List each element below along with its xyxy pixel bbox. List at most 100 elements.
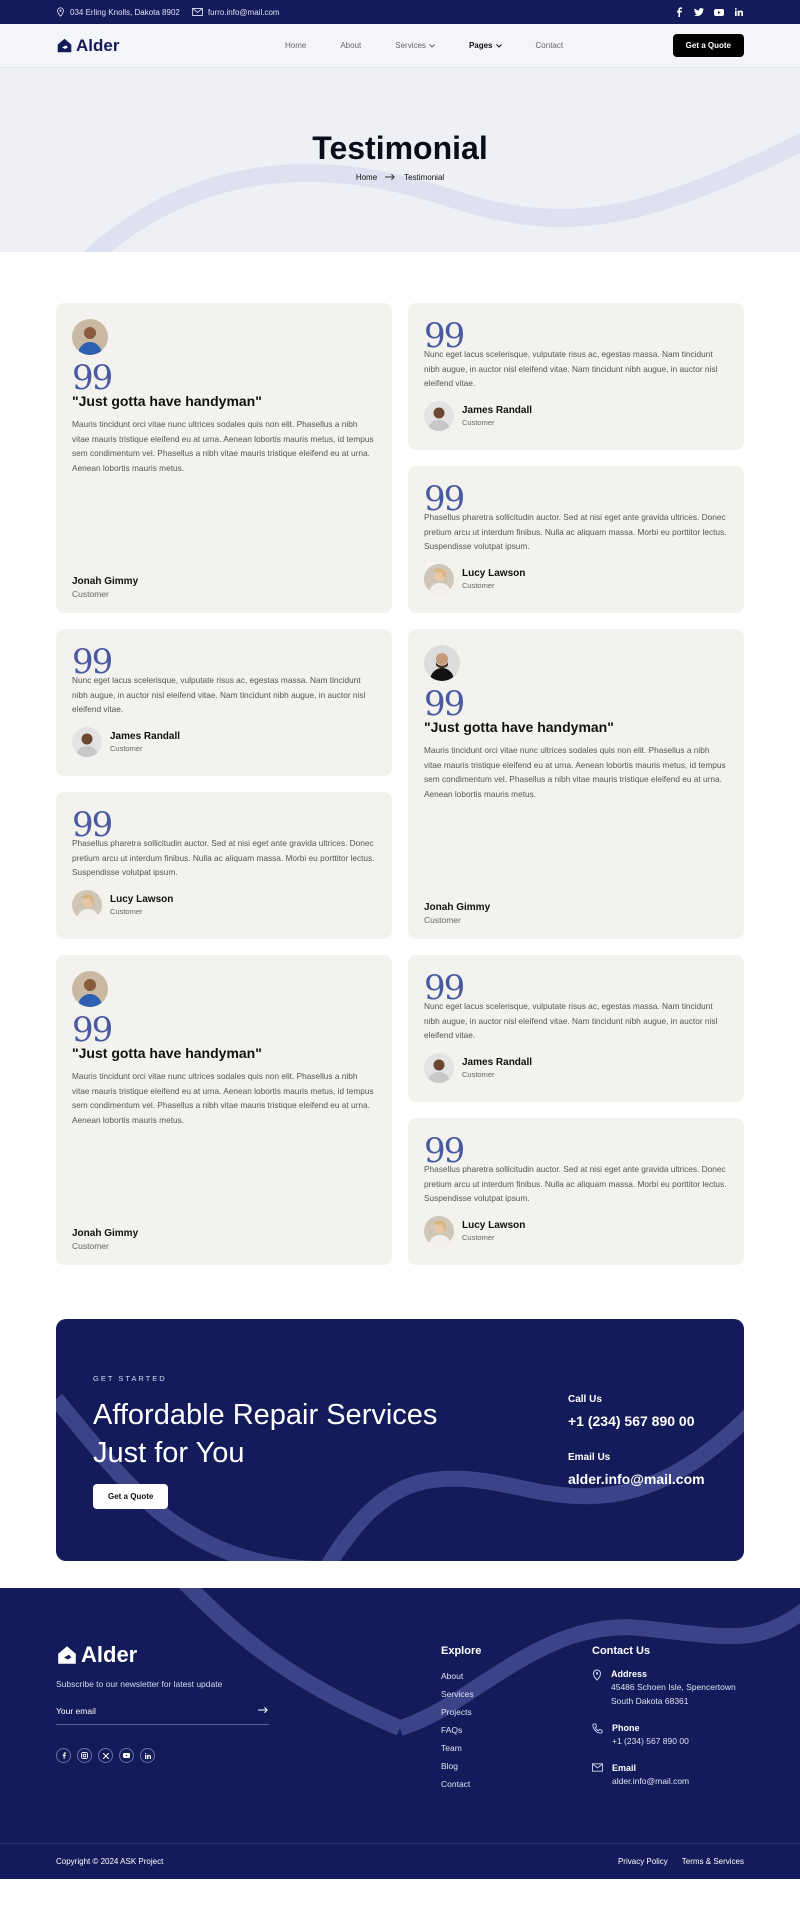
email-value[interactable]: alder.info@mail.com (568, 1471, 705, 1487)
testimonial-text: Mauris tincidunt orci vitae nunc ultrice… (424, 745, 726, 799)
author-role: Customer (462, 580, 495, 590)
nav-pages-label: Pages (468, 41, 493, 50)
author-role: Customer (72, 589, 109, 599)
nav-services[interactable]: Services (395, 41, 435, 50)
testimonial-card: 99 Nunc eget lacus scelerisque, vulputat… (408, 955, 744, 1102)
copyright: Copyright © 2024 ASK Project (56, 1857, 164, 1866)
testimonial-headline: "Just gotta have handyman" (424, 719, 614, 735)
explore-title: Explore (441, 1645, 482, 1657)
brand-name: Alder (76, 35, 120, 55)
linkedin-icon[interactable] (734, 7, 744, 17)
cta-banner: GET STARTED Affordable Repair Services J… (56, 1319, 744, 1561)
testimonial-card-featured: 99 "Just gotta have handyman" Mauris tin… (56, 955, 392, 1265)
footer-link-blog[interactable]: Blog (441, 1761, 474, 1779)
privacy-link[interactable]: Privacy Policy (618, 1857, 668, 1866)
terms-link[interactable]: Terms & Services (682, 1857, 744, 1866)
brand-logo[interactable]: Alder (56, 36, 119, 56)
email-info[interactable]: furro.info@mail.com (192, 8, 280, 17)
testimonial-text: Phasellus pharetra sollicitudin auctor. … (424, 512, 727, 552)
contact-address: Address 45486 Schoen Isle, Spencertown So… (592, 1669, 746, 1708)
footer-brand: Alder (81, 1642, 138, 1667)
call-label: Call Us (568, 1394, 602, 1405)
footer-logo[interactable]: Alder (56, 1642, 137, 1668)
footer-link-about[interactable]: About (441, 1671, 474, 1689)
nav-contact[interactable]: Contact (536, 41, 564, 50)
call-value[interactable]: +1 (234) 567 890 00 (568, 1413, 695, 1429)
site-footer: Alder Subscribe to our newsletter for la… (0, 1588, 800, 1879)
footer-link-faqs[interactable]: FAQs (441, 1725, 474, 1743)
footer-link-services[interactable]: Services (441, 1689, 474, 1707)
avatar-james (424, 1052, 454, 1083)
twitter-icon[interactable] (694, 7, 704, 17)
address-value: 45486 Schoen Isle, Spencertown South Dak… (611, 1682, 736, 1706)
author-name: James Randall (462, 1056, 533, 1068)
testimonial-text: Nunc eget lacus scelerisque, vulputate r… (72, 675, 366, 715)
testimonial-card: 99 Nunc eget lacus scelerisque, vulputat… (408, 303, 744, 450)
breadcrumb: Home Testimonial (0, 173, 800, 182)
arrow-right-icon[interactable] (258, 1706, 269, 1714)
cta-quote-button[interactable]: Get a Quote (93, 1484, 169, 1509)
author-role: Customer (424, 915, 461, 925)
quote-icon: 99 (424, 479, 465, 519)
facebook-icon[interactable] (674, 7, 684, 17)
avatar-customer (424, 645, 460, 681)
site-header: Alder Home About Services Pages Contact … (0, 24, 800, 68)
testimonial-card: 99 Phasellus pharetra sollicitudin aucto… (408, 466, 744, 613)
phone-value[interactable]: +1 (234) 567 890 00 (612, 1735, 689, 1749)
footer-link-contact[interactable]: Contact (441, 1779, 474, 1797)
youtube-icon[interactable] (714, 7, 724, 17)
avatar-jonah (72, 319, 108, 355)
footer-link-team[interactable]: Team (441, 1743, 474, 1761)
author-name: Lucy Lawson (462, 1219, 526, 1231)
quote-icon: 99 (424, 1131, 465, 1171)
arrow-right-icon (385, 173, 395, 181)
page-hero: Testimonial Home Testimonial (0, 68, 800, 252)
cta-title: Affordable Repair Services Just for You (93, 1399, 438, 1469)
email-label: Email (612, 1763, 637, 1773)
testimonial-text: Nunc eget lacus scelerisque, vulputate r… (424, 1001, 718, 1041)
newsletter-text: Subscribe to our newsletter for latest u… (56, 1679, 223, 1689)
author-role: Customer (462, 417, 495, 427)
testimonial-card: 99 Phasellus pharetra sollicitudin aucto… (408, 1118, 744, 1265)
author-name: James Randall (110, 730, 181, 742)
testimonial-text: Phasellus pharetra sollicitudin auctor. … (424, 1164, 727, 1204)
email-label: Email Us (568, 1452, 611, 1463)
avatar-lucy (424, 563, 454, 594)
house-logo-icon (58, 1646, 76, 1664)
nav-about[interactable]: About (340, 41, 361, 50)
quote-icon: 99 (424, 968, 465, 1008)
quote-icon: 99 (424, 684, 465, 724)
email-value[interactable]: alder.info@mail.com (612, 1775, 689, 1789)
testimonial-text: Mauris tincidunt orci vitae nunc ultrice… (72, 419, 374, 473)
quote-icon: 99 (72, 642, 113, 682)
testimonial-card-featured: 99 "Just gotta have handyman" Mauris tin… (56, 303, 392, 613)
nav-home[interactable]: Home (285, 41, 306, 50)
mail-icon (592, 1763, 603, 1772)
linkedin-icon[interactable] (140, 1748, 155, 1763)
youtube-icon[interactable] (119, 1748, 134, 1763)
x-icon[interactable] (98, 1748, 113, 1763)
get-quote-button[interactable]: Get a Quote (672, 34, 744, 57)
testimonial-card-featured: 99 "Just gotta have handyman" Mauris tin… (408, 629, 744, 939)
testimonial-headline: "Just gotta have handyman" (72, 1045, 262, 1061)
footer-link-projects[interactable]: Projects (441, 1707, 474, 1725)
testimonial-text: Nunc eget lacus scelerisque, vulputate r… (424, 349, 718, 389)
avatar-lucy (424, 1215, 454, 1246)
author-role: Customer (462, 1069, 495, 1079)
newsletter-form[interactable]: Your email (56, 1706, 269, 1725)
testimonial-card: 99 Phasellus pharetra sollicitudin aucto… (56, 792, 392, 939)
newsletter-email-input[interactable]: Your email (56, 1706, 96, 1716)
breadcrumb-home[interactable]: Home (356, 173, 377, 182)
testimonial-text: Mauris tincidunt orci vitae nunc ultrice… (72, 1071, 374, 1125)
topbar-email[interactable]: furro.info@mail.com (208, 8, 280, 17)
top-bar: 034 Erling Knolls, Dakota 8902 furro.inf… (0, 0, 800, 24)
phone-label: Phone (612, 1723, 640, 1733)
instagram-icon[interactable] (77, 1748, 92, 1763)
testimonial-card: 99 Nunc eget lacus scelerisque, vulputat… (56, 629, 392, 776)
location-icon (592, 1669, 602, 1681)
nav-pages[interactable]: Pages (469, 41, 502, 50)
house-logo-icon (57, 38, 72, 53)
location-icon (57, 7, 64, 17)
facebook-icon[interactable] (56, 1748, 71, 1763)
avatar-jonah (72, 971, 108, 1007)
